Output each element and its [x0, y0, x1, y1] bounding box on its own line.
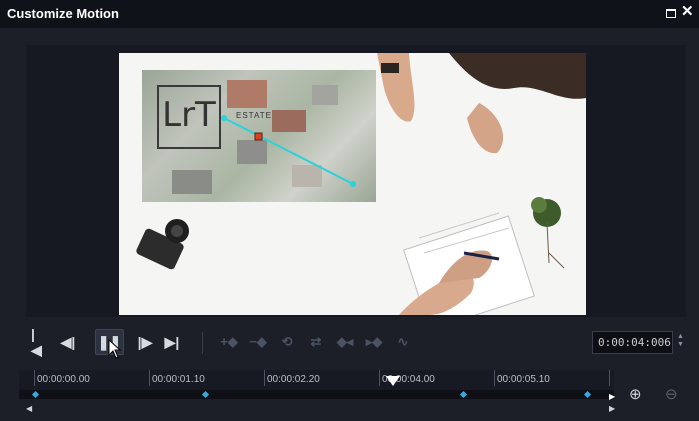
zoom-in-icon[interactable]: ⊕	[629, 385, 642, 403]
timecode-input[interactable]: 0:00:04:006	[592, 331, 673, 354]
go-to-end-icon: ▶|	[164, 333, 180, 350]
chevron-up-icon[interactable]: ▲	[677, 333, 684, 341]
add-keyframe-icon: +◆	[220, 334, 238, 349]
camera-shape	[136, 219, 189, 270]
remove-keyframe-button[interactable]: −◆	[248, 329, 268, 355]
go-to-start-icon: |◀	[31, 325, 42, 358]
arm-shape	[467, 103, 504, 154]
toolbar-divider	[202, 332, 203, 354]
customize-motion-window: Customize Motion ✕ LrT ESTATE |◀ ◀| |▶ ▶…	[0, 0, 699, 421]
tick-mark	[379, 370, 380, 386]
add-keyframe-button[interactable]: +◆	[219, 329, 239, 355]
window-title: Customize Motion	[7, 6, 119, 21]
tick-label: 00:00:05.10	[497, 374, 550, 385]
close-icon[interactable]: ✕	[681, 4, 694, 19]
go-to-start-button[interactable]: |◀	[31, 326, 45, 358]
playhead[interactable]	[386, 376, 400, 386]
previous-frame-button[interactable]: ◀|	[59, 329, 77, 355]
swap-icon: ⇄	[310, 334, 322, 349]
hair-shape	[449, 53, 586, 99]
scroll-left-icon[interactable]: ◀	[26, 404, 32, 413]
chevron-down-icon[interactable]: ▼	[677, 341, 684, 349]
watch-shape	[381, 63, 399, 73]
video-preview[interactable]: LrT ESTATE	[119, 53, 586, 315]
tick-mark	[149, 370, 150, 386]
smooth-path-button[interactable]: ∿	[393, 329, 413, 355]
go-to-end-button[interactable]: ▶|	[163, 329, 181, 355]
swap-button[interactable]: ⇄	[306, 329, 326, 355]
mouse-cursor-icon	[108, 339, 122, 359]
track-end-icon: ▶	[609, 392, 616, 401]
remove-keyframe-icon: −◆	[249, 334, 267, 349]
tick-mark	[264, 370, 265, 386]
timeline[interactable]: 00:00:00.00 00:00:01.10 00:00:02.20 00:0…	[19, 370, 616, 421]
scroll-right-icon[interactable]: ▶	[609, 404, 615, 413]
plant-shape	[531, 197, 565, 269]
timecode-stepper[interactable]: ▲ ▼	[677, 333, 684, 349]
background-scene	[136, 53, 586, 315]
smooth-path-icon: ∿	[397, 334, 409, 349]
title-bar: Customize Motion ✕	[0, 0, 699, 28]
reverse-path-button[interactable]: ⟲	[277, 329, 297, 355]
time-ruler[interactable]: 00:00:00.00 00:00:01.10 00:00:02.20 00:0…	[19, 370, 614, 392]
previous-frame-icon: ◀|	[60, 333, 76, 350]
previous-keyframe-button[interactable]: ◆◂	[335, 329, 355, 355]
next-keyframe-button[interactable]: ▸◆	[364, 329, 384, 355]
next-keyframe-icon: ▸◆	[365, 334, 383, 349]
reverse-path-icon: ⟲	[281, 334, 293, 349]
previous-keyframe-icon: ◆◂	[336, 334, 354, 349]
maximize-icon[interactable]	[666, 9, 676, 18]
tick-label: 00:00:02.20	[267, 374, 320, 385]
tick-label: 00:00:01.10	[152, 374, 205, 385]
tick-label: 00:00:00.00	[37, 374, 90, 385]
keyframe-track[interactable]	[19, 390, 614, 399]
tick-mark	[494, 370, 495, 386]
tick-mark	[609, 370, 610, 386]
next-frame-icon: |▶	[137, 333, 153, 350]
preview-panel: LrT ESTATE	[26, 45, 686, 317]
tick-mark	[34, 370, 35, 386]
next-frame-button[interactable]: |▶	[136, 329, 154, 355]
zoom-out-icon[interactable]: ⊖	[665, 385, 678, 403]
